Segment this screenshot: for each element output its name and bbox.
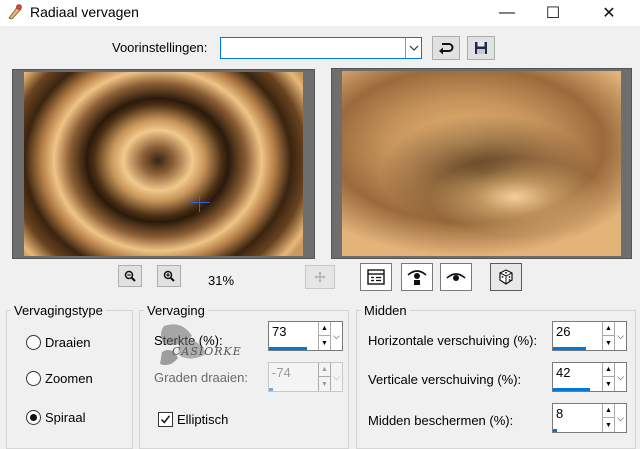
spin-up-icon[interactable]: ▲ — [319, 322, 330, 336]
eye-lock-icon — [407, 270, 427, 285]
pan-button — [305, 265, 335, 289]
floppy-disk-icon — [475, 42, 487, 54]
spin-down-icon: ▼ — [321, 380, 328, 388]
spin-down-icon[interactable]: ▼ — [603, 418, 614, 432]
radio-draaien[interactable]: Draaien — [26, 335, 91, 350]
spin-down-icon[interactable]: ▼ — [603, 336, 614, 350]
spin-down-icon[interactable]: ▼ — [319, 336, 330, 350]
spin-up-icon[interactable]: ▲ — [603, 404, 614, 418]
zoom-out-button[interactable] — [118, 265, 142, 287]
rotate-degrees-slider-bar — [269, 388, 273, 391]
magnifier-minus-icon — [124, 270, 136, 282]
radio-button[interactable] — [26, 371, 41, 386]
center-legend: Midden — [364, 303, 407, 318]
elliptical-checkbox-row[interactable]: Elliptisch — [158, 412, 228, 427]
spin-buttons: ▲ ▼ — [318, 363, 330, 391]
fade-legend: Vervaging — [147, 303, 205, 318]
result-preview — [331, 68, 632, 259]
horizontal-offset-label: Horizontale verschuiving (%): — [368, 333, 538, 348]
spin-buttons[interactable]: ▲ ▼ — [602, 322, 614, 350]
spin-up-icon[interactable]: ▲ — [603, 322, 614, 336]
spin-up-icon[interactable]: ▲ — [603, 363, 614, 377]
vertical-offset-slider-bar[interactable] — [553, 388, 590, 391]
rotate-degrees-value: -74 — [272, 365, 291, 380]
center-crosshair-icon — [189, 202, 210, 203]
spin-buttons[interactable]: ▲ ▼ — [602, 404, 614, 432]
spin-buttons[interactable]: ▲ ▼ — [602, 363, 614, 391]
horizontal-offset-value: 26 — [556, 324, 571, 339]
dice-icon — [499, 269, 513, 285]
chevron-down-icon[interactable]: ⌵ — [614, 363, 626, 391]
elliptical-label: Elliptisch — [177, 412, 229, 427]
minimize-button[interactable]: — — [484, 0, 530, 26]
spin-up-icon: ▲ — [319, 363, 330, 377]
presets-dropdown[interactable] — [220, 37, 422, 59]
spin-buttons[interactable]: ▲ ▼ — [318, 322, 330, 350]
result-preview-image — [342, 71, 621, 256]
radio-zoomen[interactable]: Zoomen — [26, 371, 93, 386]
vertical-offset-value: 42 — [556, 365, 571, 380]
strength-value: 73 — [272, 324, 287, 339]
vertical-offset-spinbox[interactable]: 42 ▲ ▼ ⌵ — [552, 362, 627, 392]
spin-down-icon[interactable]: ▼ — [603, 377, 614, 391]
eye-icon — [446, 273, 466, 281]
randomize-button[interactable] — [490, 263, 522, 291]
watermark-text: CASIORKE — [172, 345, 242, 358]
radio-button[interactable] — [26, 410, 41, 425]
radio-spiraal[interactable]: Spiraal — [26, 410, 85, 425]
chevron-down-icon[interactable]: ⌵ — [614, 404, 626, 432]
protect-center-spinbox[interactable]: 8 ▲ ▼ ⌵ — [552, 403, 627, 433]
chevron-down-icon[interactable] — [405, 38, 421, 58]
close-button[interactable]: ✕ — [586, 0, 632, 26]
horizontal-offset-slider-bar[interactable] — [553, 347, 586, 350]
window-title: Radiaal vervagen — [30, 4, 139, 20]
checkmark-icon — [160, 415, 171, 424]
zoom-in-button[interactable] — [157, 265, 181, 287]
fade-type-legend: Vervagingstype — [14, 303, 103, 318]
magnifier-plus-icon — [163, 270, 175, 282]
proof-button[interactable] — [401, 263, 433, 291]
toggle-preview-button[interactable] — [360, 263, 392, 291]
protect-center-label: Midden beschermen (%): — [368, 413, 514, 428]
radio-label: Spiraal — [45, 410, 86, 425]
original-preview-image[interactable] — [24, 72, 303, 256]
original-preview[interactable] — [12, 69, 315, 259]
rotate-degrees-spinbox: -74 ▲ ▼ ⌵ — [268, 362, 343, 392]
radio-label: Draaien — [45, 335, 91, 350]
rotate-degrees-label: Graden draaien: — [154, 370, 248, 385]
radio-button[interactable] — [26, 335, 41, 350]
protect-center-slider-bar[interactable] — [553, 429, 557, 432]
chevron-down-icon[interactable]: ⌵ — [614, 322, 626, 350]
horizontal-offset-spinbox[interactable]: 26 ▲ ▼ ⌵ — [552, 321, 627, 351]
save-preset-button[interactable] — [467, 36, 495, 60]
zoom-level-text: 31% — [208, 273, 235, 288]
move-arrows-icon — [314, 271, 326, 283]
radio-label: Zoomen — [45, 371, 93, 386]
reset-presets-button[interactable] — [432, 36, 460, 60]
chevron-down-icon[interactable]: ⌵ — [330, 322, 342, 350]
presets-label: Voorinstellingen: — [112, 40, 208, 55]
maximize-button[interactable]: ☐ — [530, 0, 576, 26]
auto-proof-button[interactable] — [440, 263, 472, 291]
elliptical-checkbox[interactable] — [158, 412, 173, 427]
strength-spinbox[interactable]: 73 ▲ ▼ ⌵ — [268, 321, 343, 351]
undo-arrow-icon — [439, 43, 454, 55]
strength-slider-bar[interactable] — [269, 347, 307, 350]
app-icon — [6, 3, 24, 21]
protect-center-value: 8 — [556, 406, 564, 421]
chevron-down-icon: ⌵ — [330, 363, 342, 391]
split-view-icon — [367, 269, 385, 285]
vertical-offset-label: Verticale verschuiving (%): — [368, 372, 522, 387]
